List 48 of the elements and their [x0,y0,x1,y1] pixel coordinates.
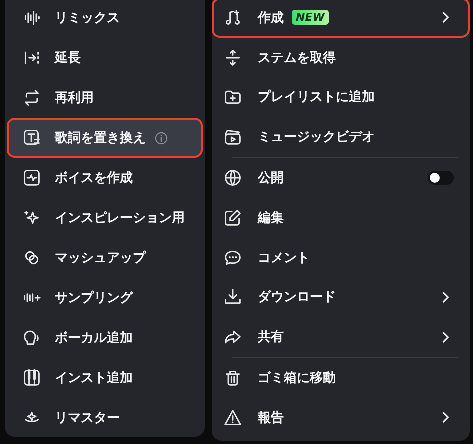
extend-icon [23,49,41,67]
menu-item[interactable]: プレイリストに追加 [212,78,470,118]
menu-item[interactable]: 公開 [212,158,470,198]
text-swap-icon [23,129,41,147]
split-arrows-icon [224,48,242,67]
menu-item[interactable]: ゴミ箱に移動 [212,358,470,398]
menu-item[interactable]: 再利用 [7,78,203,118]
folder-plus-icon [224,88,242,106]
globe-icon [224,169,242,188]
chevron-right-icon [441,290,450,304]
menu-item[interactable]: ステムを取得 [212,38,470,78]
head-icon [23,329,41,347]
chevron-right-icon [441,330,450,344]
pulse-icon [23,169,41,187]
menu-item[interactable]: コメント [212,238,470,278]
share-arrow-icon [224,328,242,346]
menu-item[interactable]: 共有 [212,317,470,358]
menu-item[interactable]: リミックス [7,0,203,38]
menu-item[interactable]: リマスター [7,398,203,438]
menu-item[interactable]: 編集 [212,198,470,238]
note-plus-icon [224,8,242,27]
waveform-icon [23,9,41,27]
download-icon [224,288,242,306]
menu-item[interactable]: 報告 [212,398,470,438]
chevron-right-icon [441,411,450,424]
piano-icon [23,369,41,387]
toggle-switch[interactable] [428,171,454,186]
sparkle-icon [23,209,41,227]
menu-item[interactable]: 作成 NEW [212,0,470,38]
menu-item[interactable]: ボーカル追加 [7,318,203,358]
menu-item[interactable]: ダウンロード [212,278,470,318]
warning-icon [224,408,242,427]
chat-bubble-icon [224,248,242,267]
menu-item[interactable]: マッシュアップ [7,238,203,278]
repeat-icon [23,89,41,107]
menu-item[interactable]: インスピレーション用 [7,198,203,238]
chevron-right-icon [441,11,450,24]
menu-item[interactable]: ミュージックビデオ [212,117,470,158]
circles-icon [23,249,41,267]
menu-item[interactable]: サンプリング [7,278,203,318]
clapperboard-icon [224,128,242,146]
menu-item[interactable]: 歌詞を置き換え [7,118,203,158]
menu-item[interactable]: ボイスを作成 [7,158,203,198]
menu-item[interactable]: インスト追加 [7,358,203,398]
trash-icon [224,369,242,388]
pencil-icon [224,208,242,227]
new-badge: NEW [292,10,329,26]
menu-item[interactable]: 延長 [7,38,203,78]
